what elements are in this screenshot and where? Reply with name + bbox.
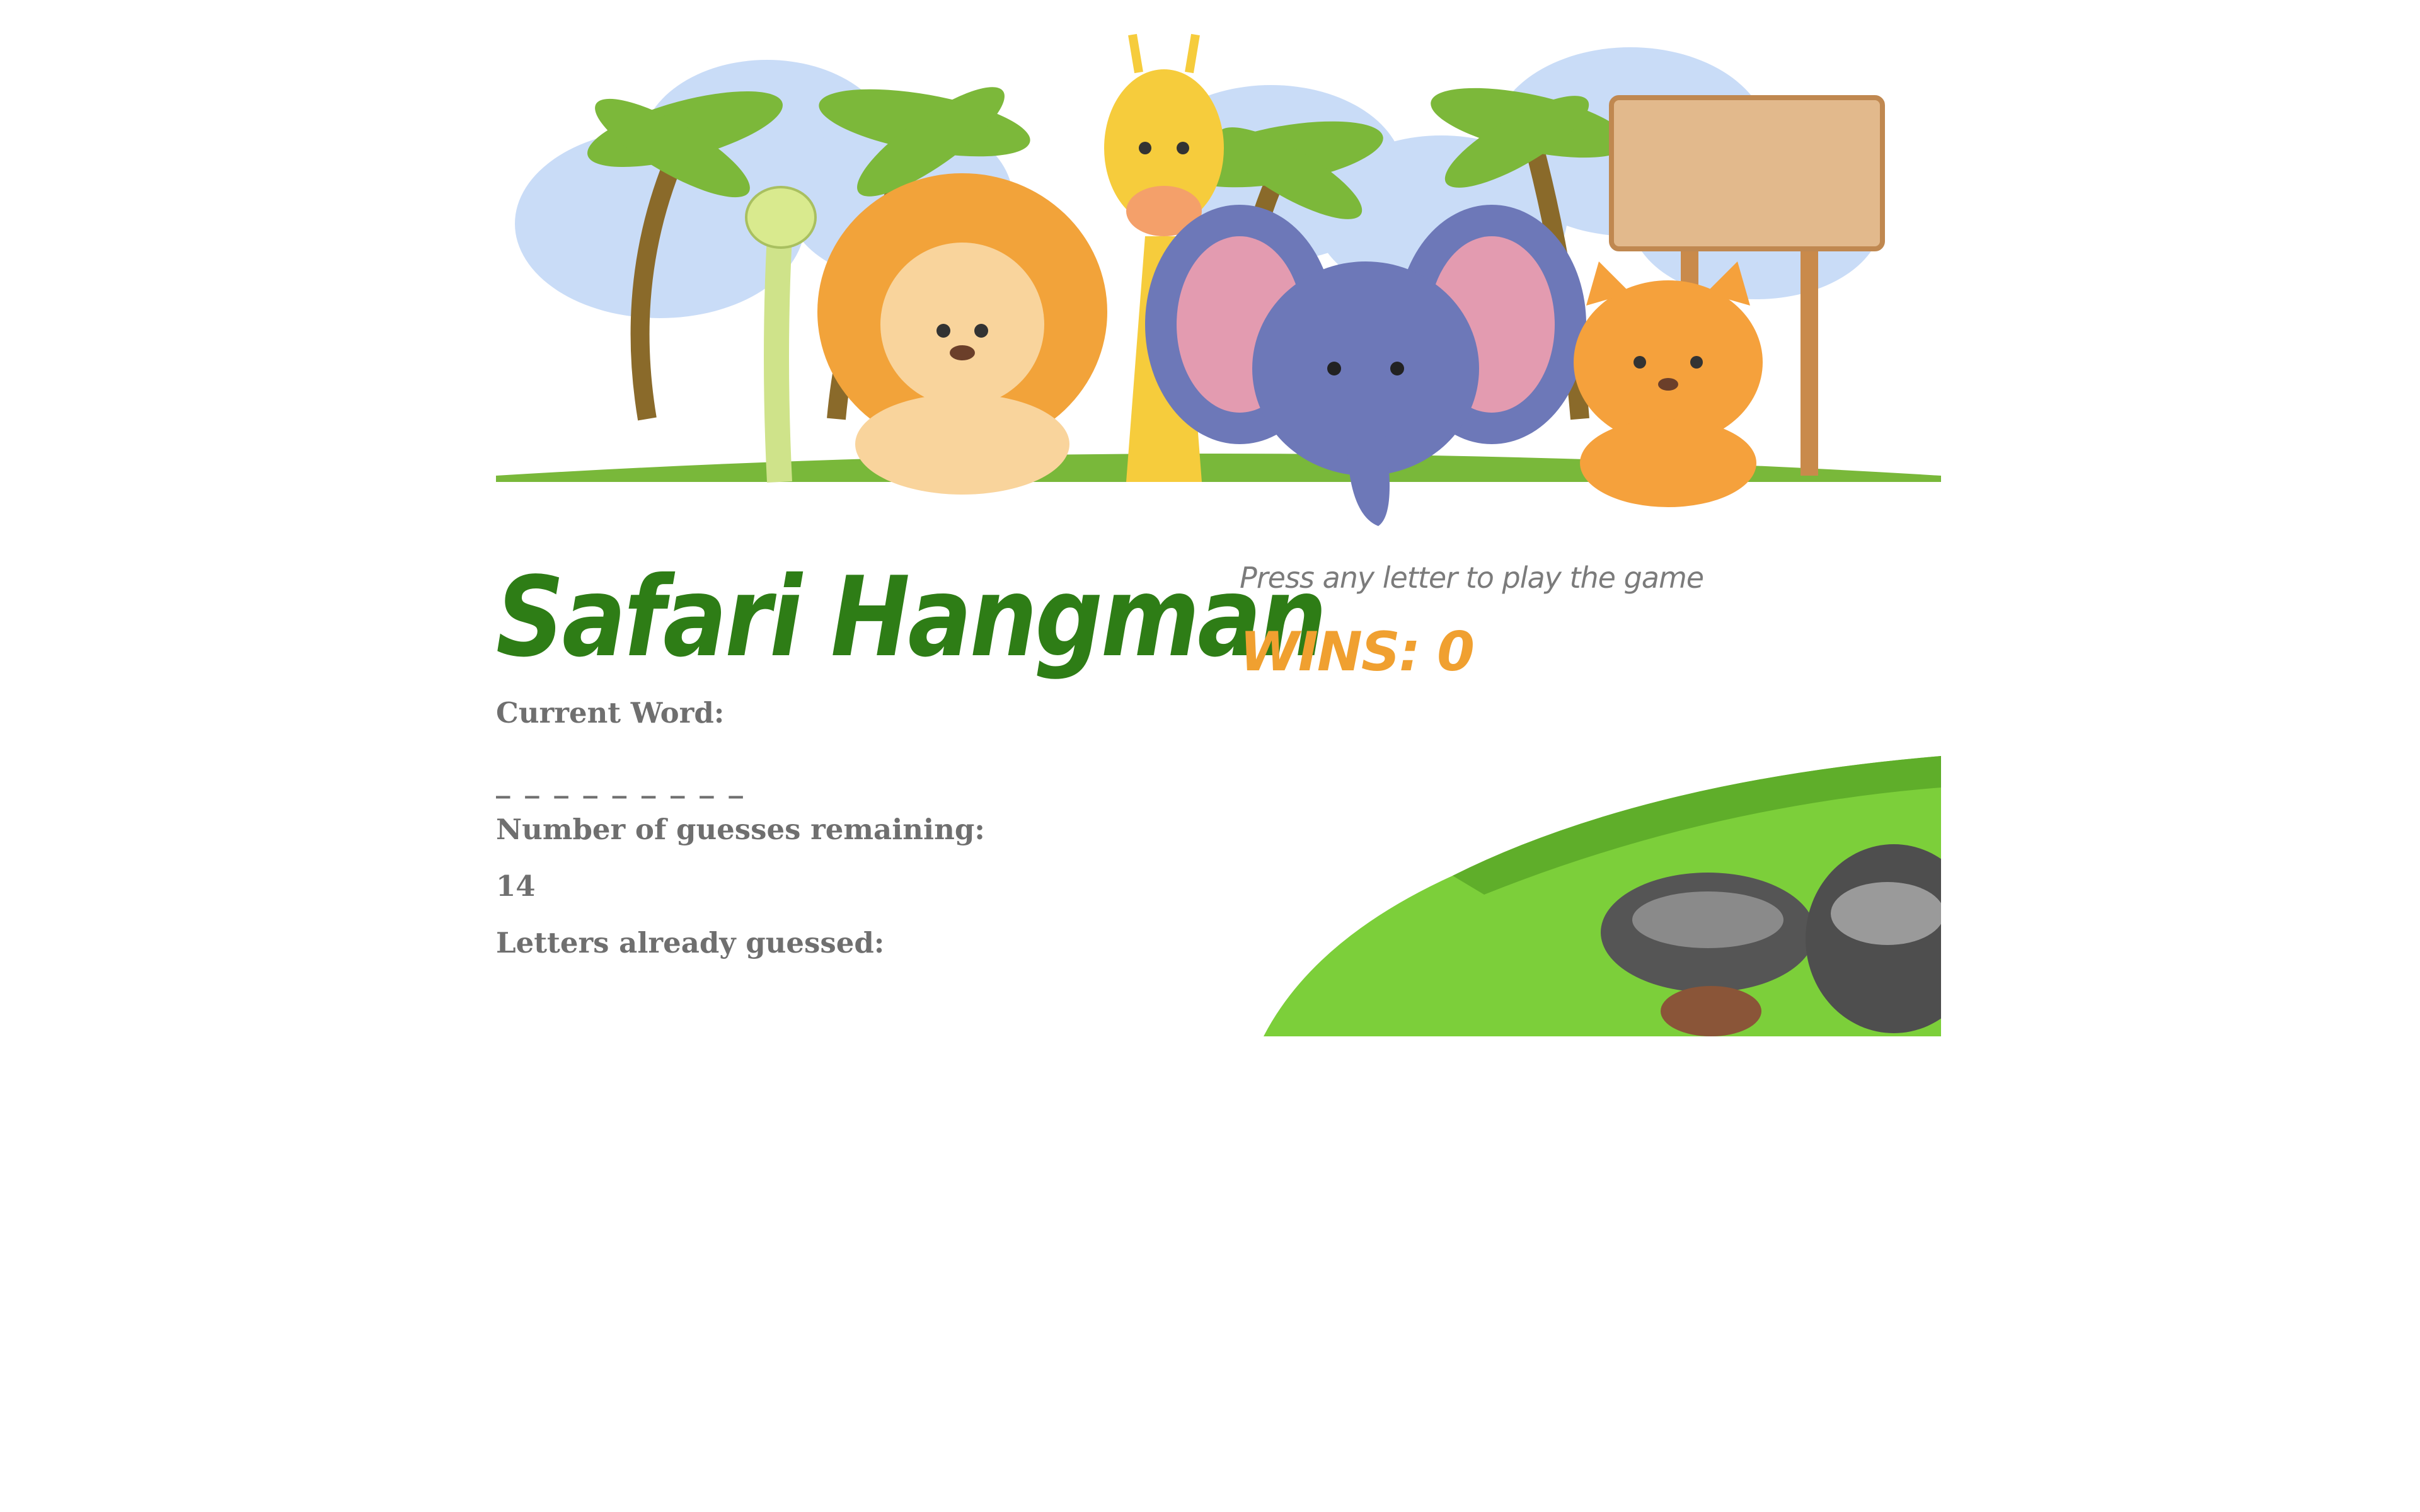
wins-value: 0 xyxy=(1437,621,1475,684)
wins-label: WINS: xyxy=(1240,621,1420,684)
guesses-remaining-value: 14 xyxy=(496,869,536,903)
game-title: Safari Hangman xyxy=(496,554,1327,682)
snake xyxy=(745,186,817,483)
letters-guessed-label: Letters already guessed: xyxy=(496,926,885,959)
current-word-label: Current Word: xyxy=(496,696,725,730)
grass-hill-image xyxy=(1264,756,1941,1036)
lion xyxy=(817,173,1107,495)
wins-counter: WINS: 0 xyxy=(1240,621,1475,684)
current-word-value: _ _ _ _ _ _ _ _ _ xyxy=(496,765,746,799)
game-container: Safari Hangman Current Word: _ _ _ _ _ _… xyxy=(496,0,1941,1512)
safari-animals-banner xyxy=(496,33,1941,526)
play-prompt: Press any letter to play the game xyxy=(1240,561,1704,595)
tiger xyxy=(1574,261,1763,507)
guesses-remaining-label: Number of guesses remaining: xyxy=(496,813,985,846)
